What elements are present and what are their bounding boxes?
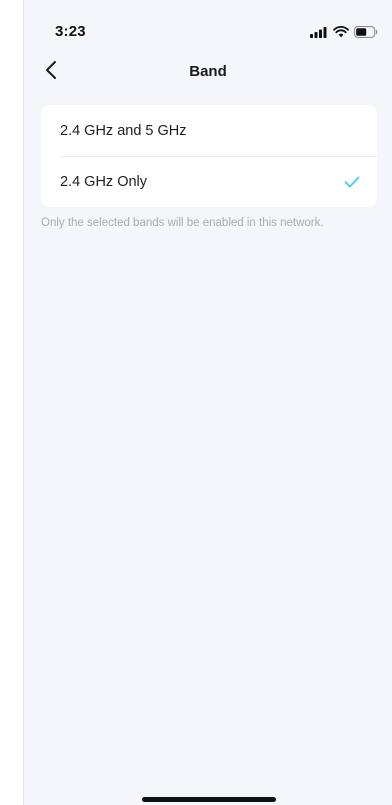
page-title: Band xyxy=(189,63,227,80)
band-option-dual[interactable]: 2.4 GHz and 5 GHz xyxy=(41,105,377,156)
status-icons xyxy=(310,25,378,43)
wifi-icon xyxy=(333,25,349,43)
band-option-2-4-only[interactable]: 2.4 GHz Only xyxy=(41,156,377,207)
home-indicator xyxy=(142,797,276,802)
status-time: 3:23 xyxy=(55,23,86,40)
signal-icon xyxy=(310,25,328,43)
app-screen: 3:23 Band 2.4 GHz and 5 GHz 2.4 GHz Only… xyxy=(23,0,392,805)
option-label: 2.4 GHz Only xyxy=(60,173,148,190)
option-label: 2.4 GHz and 5 GHz xyxy=(60,122,187,139)
band-footnote: Only the selected bands will be enabled … xyxy=(41,217,324,229)
status-bar: 3:23 xyxy=(24,0,392,52)
band-options-card: 2.4 GHz and 5 GHz 2.4 GHz Only xyxy=(41,105,377,207)
nav-bar: Band xyxy=(24,52,392,92)
battery-icon xyxy=(354,25,378,43)
checkmark-icon xyxy=(343,173,361,191)
